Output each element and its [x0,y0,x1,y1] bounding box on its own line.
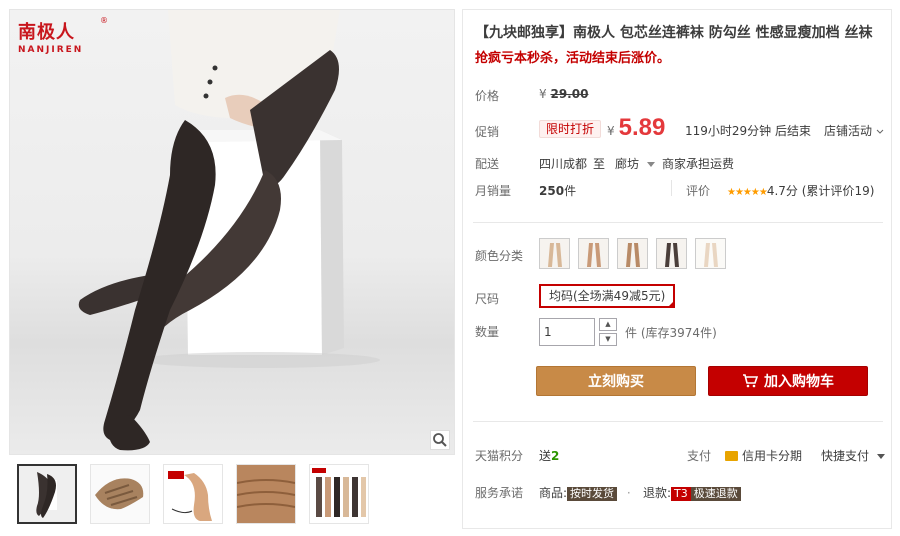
thumbnail-strip [17,464,369,524]
service-goods: 商品: 按时发货 · [539,484,631,501]
shipping-fee: 商家承担运费 [662,157,735,171]
shipping-to-word: 至 [593,157,606,171]
promo-price: ¥5.89 [607,114,665,142]
selected-corner-mark [667,300,676,308]
brand-logo-en: NANJIREN [18,45,84,55]
original-price-value: 29.00 [550,87,589,101]
shop-activity-label: 店铺活动 [824,124,873,138]
product-title: 【九块邮独享】南极人 包芯丝连裤袜 防勾丝 性感显瘦加档 丝袜 [475,25,873,41]
fast-refund-badge[interactable]: 极速退款 [690,487,741,501]
color-swatch-2[interactable] [578,238,609,269]
color-label: 颜色分类 [475,249,524,263]
on-time-delivery-badge[interactable]: 按时发货 [567,487,618,501]
reviews-prefix: (累计评价 [801,184,855,198]
color-swatch-4[interactable] [656,238,687,269]
thumbnail-4[interactable] [236,464,296,524]
promo-tag: 限时打折 [539,120,602,138]
add-to-cart-label: 加入购物车 [764,374,834,390]
brand-logo-registered: ® [100,16,108,25]
thumbnail-3[interactable] [163,464,223,524]
service-dot: · [626,486,631,500]
reviews-suffix: ) [869,184,875,198]
shop-activity-dropdown[interactable]: 店铺活动 [824,122,884,139]
color-swatch-1[interactable] [539,238,570,269]
promo-countdown: 119小时29分钟 后结束 [685,124,811,138]
rating-summary: ★★★★★4.7分 (累计评价19) [727,182,874,199]
zoom-icon[interactable] [430,430,450,450]
credit-card-icon [725,451,738,461]
promo-price-currency: ¥ [607,124,615,138]
quantity-input[interactable] [539,318,595,346]
rating-score: 4.7分 [766,184,798,198]
section-divider [473,421,883,422]
tmall-points-give: 送 [539,449,552,463]
brand-logo-cn: 南极人 [18,22,75,43]
thumbnail-5[interactable] [309,464,369,524]
triangle-down-icon [646,162,655,167]
size-label: 尺码 [475,292,500,306]
service-refund-prefix: 退款: [643,486,672,500]
tmall-points: 送2 [539,447,559,464]
quick-pay-dropdown[interactable]: 快捷支付 [821,447,885,464]
reviews-count: 19 [854,184,870,198]
monthly-sales-label: 月销量 [475,184,512,198]
shipping-from: 四川成都 [539,157,588,171]
review-count-link[interactable]: (累计评价19) [802,184,875,198]
rating-stars: ★★★★★ [727,187,768,198]
service-refund: 退款: T3 极速退款 [643,484,741,501]
color-swatches [539,238,726,269]
promo-price-value: 5.89 [618,114,666,141]
price-label: 价格 [475,89,500,103]
monthly-sales-count: 250 [539,184,565,198]
add-to-cart-button[interactable]: 加入购物车 [708,366,868,396]
quantity-decrease-button[interactable]: ▼ [599,333,617,346]
stock-unit: 件 [625,326,638,340]
quantity-increase-button[interactable]: ▲ [599,318,617,331]
vertical-divider [671,180,672,196]
rating-label: 评价 [686,184,711,198]
product-subtitle: 抢疯亏本秒杀，活动结束后涨价。 [475,51,671,66]
color-swatch-5[interactable] [695,238,726,269]
main-product-image[interactable]: 南极人 NANJIREN ® [9,9,455,455]
tmall-points-value: 2 [551,449,560,463]
t3-badge[interactable]: T3 [671,487,691,501]
chevron-down-icon [876,129,884,134]
product-gallery: 南极人 NANJIREN ® [9,9,455,529]
thumbnail-1[interactable] [17,464,77,524]
original-price: ¥ 29.00 [539,87,588,101]
buy-now-button[interactable]: 立刻购买 [536,366,696,396]
credit-installment-link[interactable]: 信用卡分期 [725,447,802,464]
promo-label: 促销 [475,125,500,139]
original-price-currency: ¥ [539,87,547,101]
quick-pay-label: 快捷支付 [821,449,870,463]
shipping-destination-select[interactable]: 廊坊 [615,155,655,172]
triangle-down-icon [876,454,885,459]
product-info-panel: 【九块邮独享】南极人 包芯丝连裤袜 防勾丝 性感显瘦加档 丝袜 抢疯亏本秒杀，活… [462,9,892,529]
brand-logo: 南极人 NANJIREN ® [18,16,108,55]
thumbnail-2[interactable] [90,464,150,524]
section-divider [473,222,883,223]
payment-label: 支付 [687,449,712,463]
shipping-label: 配送 [475,157,500,171]
color-swatch-3[interactable] [617,238,648,269]
size-option-text: 均码(全场满49减5元) [549,289,666,303]
monthly-sales-unit: 件 [564,184,577,198]
service-goods-prefix: 商品: [539,486,568,500]
service-label: 服务承诺 [475,486,524,500]
stock-info: 件 (库存3974件) [625,324,717,341]
cart-icon [743,374,758,388]
monthly-sales: 250件 [539,182,576,199]
size-option-selected[interactable]: 均码(全场满49减5元) [539,284,676,308]
legs-illustration [78,10,380,451]
tmall-points-label: 天猫积分 [475,449,524,463]
shipping-destination: 廊坊 [615,157,640,171]
credit-installment-label: 信用卡分期 [742,449,803,463]
stock-count: (库存3974件) [640,326,717,340]
quantity-label: 数量 [475,325,500,339]
